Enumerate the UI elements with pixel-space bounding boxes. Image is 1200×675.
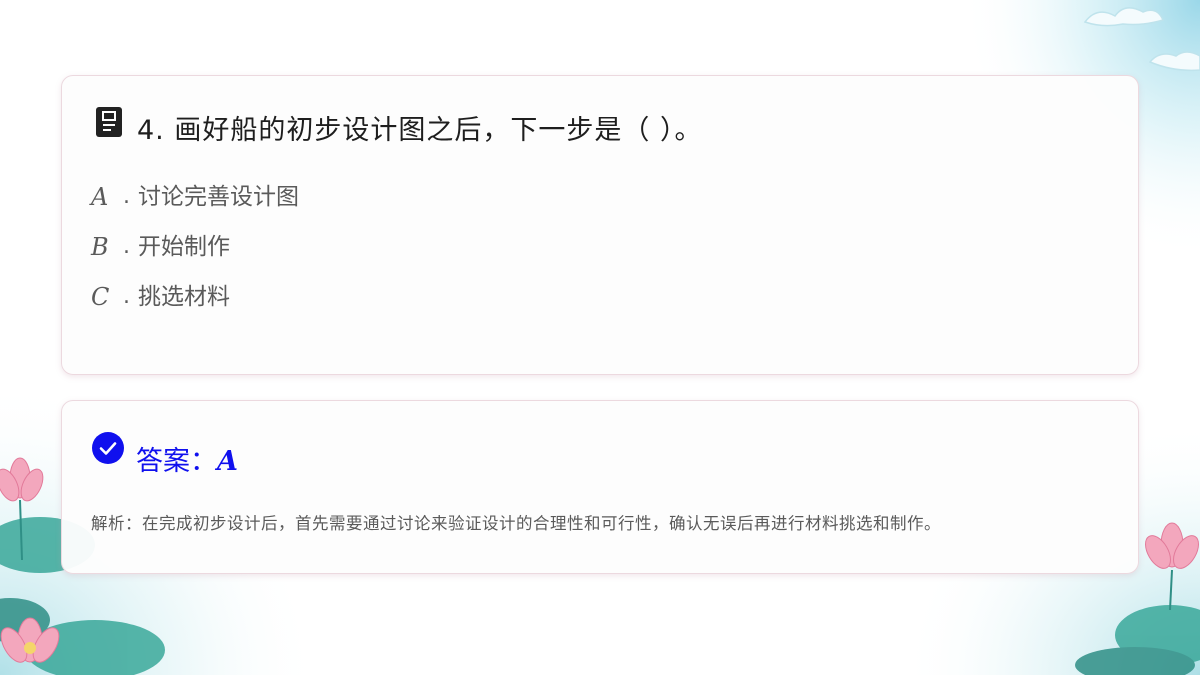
- check-circle-icon: [92, 432, 124, 464]
- option-c[interactable]: C . 挑选材料: [91, 282, 299, 332]
- answer-value: A: [217, 446, 238, 477]
- answer-title: 答案：A: [136, 439, 238, 478]
- question-title: 4. 画好船的初步设计图之后，下一步是（ ）。: [137, 108, 702, 147]
- answer-card: 答案：A 解析：在完成初步设计后，首先需要通过讨论来验证设计的合理性和可行性，确…: [61, 400, 1139, 574]
- option-letter: B: [91, 233, 109, 261]
- lotus-flower-left: [0, 457, 60, 663]
- option-letter: A: [91, 183, 109, 211]
- option-letter: C: [91, 283, 110, 311]
- cloud-decoration: [1083, 7, 1200, 72]
- question-number: 4.: [137, 115, 165, 146]
- answer-label: 答案：: [136, 446, 217, 477]
- option-b[interactable]: B . 开始制作: [91, 232, 299, 282]
- question-text: 画好船的初步设计图之后，下一步是（ ）。: [174, 115, 703, 146]
- option-text: 讨论完善设计图: [138, 184, 299, 210]
- option-separator: .: [123, 284, 130, 309]
- lotus-leaf-right: [1075, 605, 1200, 675]
- answer-explanation: 解析：在完成初步设计后，首先需要通过讨论来验证设计的合理性和可行性，确认无误后再…: [91, 514, 941, 533]
- option-text: 挑选材料: [138, 284, 230, 310]
- option-separator: .: [123, 184, 130, 209]
- option-separator: .: [123, 234, 130, 259]
- lotus-flower-right: [1145, 522, 1199, 569]
- options-list: A . 讨论完善设计图 B . 开始制作 C . 挑选材料: [91, 182, 299, 332]
- document-icon: [96, 107, 122, 137]
- option-a[interactable]: A . 讨论完善设计图: [91, 182, 299, 232]
- question-card: 4. 画好船的初步设计图之后，下一步是（ ）。 A . 讨论完善设计图 B . …: [61, 75, 1139, 375]
- option-text: 开始制作: [138, 234, 230, 260]
